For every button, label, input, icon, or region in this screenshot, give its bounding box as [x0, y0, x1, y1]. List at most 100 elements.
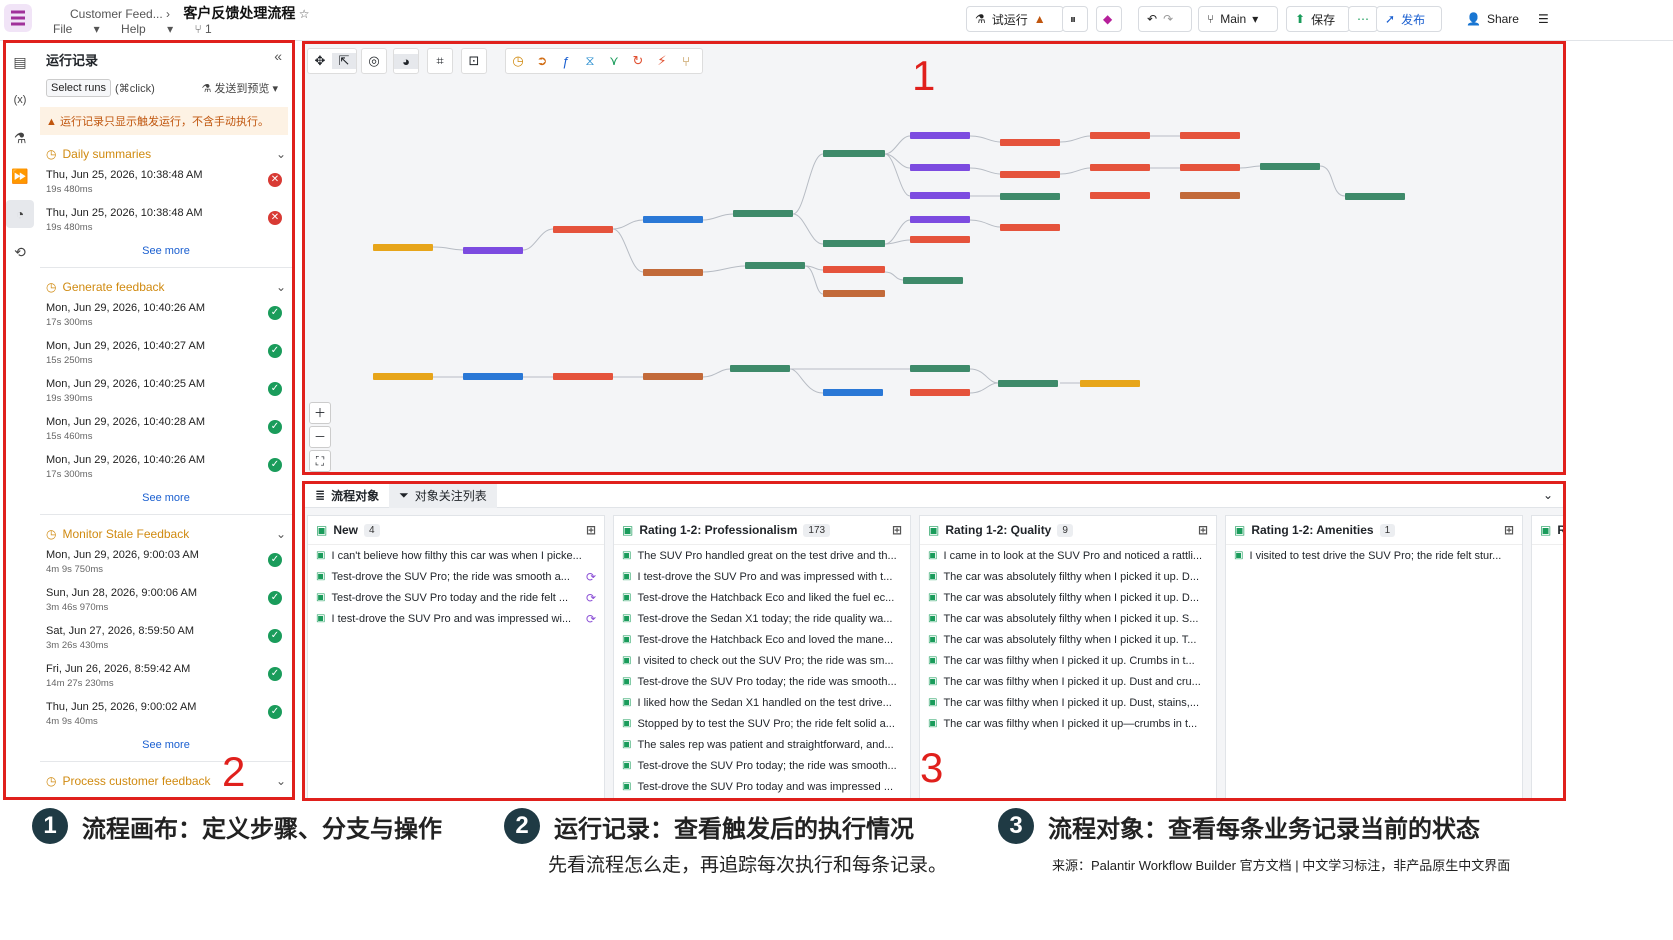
- object-item[interactable]: ▣ Test-drove the Sedan X1 today; the ride…: [614, 608, 910, 629]
- object-item[interactable]: ▣ I visited to check out the SUV Pro; the…: [614, 650, 910, 671]
- object-item[interactable]: ▣ Stopped by to test the SUV Pro; the rid…: [614, 713, 910, 734]
- chevron-down-icon[interactable]: ⌄: [276, 774, 286, 788]
- grid-view-icon[interactable]: ⊞: [1504, 523, 1514, 537]
- send-to-preview-button[interactable]: ⚗ 发送到预览 ▾: [202, 80, 279, 96]
- object-item[interactable]: ▣ I liked how the Sedan X1 handled on the…: [614, 692, 910, 713]
- run-group-header[interactable]: ◷ Monitor Stale Feedback ⌄: [40, 523, 292, 545]
- object-column-header[interactable]: ▣ New 4 ⊞: [308, 516, 604, 545]
- app-logo-icon[interactable]: [4, 4, 32, 32]
- object-item[interactable]: ▣ Test-drove the SUV Pro today; the ride …: [614, 671, 910, 692]
- object-item[interactable]: ▣ The car was absolutely filthy when I pi…: [920, 608, 1216, 629]
- grid-view-icon[interactable]: ⊞: [586, 523, 596, 537]
- see-more-link[interactable]: See more: [40, 492, 292, 504]
- fast-forward-icon[interactable]: ⏩: [6, 162, 34, 190]
- chevron-down-icon[interactable]: ⌄: [276, 280, 286, 294]
- runs-icon[interactable]: ◔: [6, 200, 34, 228]
- branch-selector[interactable]: ⑂ Main ▾: [1198, 6, 1278, 32]
- run-item[interactable]: Mon, Jun 29, 2026, 9:00:03 AM 4m 9s 750ms…: [40, 545, 292, 583]
- share-button[interactable]: 👤 Share: [1458, 6, 1524, 32]
- run-item[interactable]: Thu, Jun 25, 2026, 10:38:48 AM 19s 480ms ✕: [40, 165, 292, 203]
- object-item-text: The car was absolutely filthy when I pic…: [943, 612, 1199, 625]
- breadcrumb-parent[interactable]: Customer Feed...: [70, 7, 163, 21]
- object-item[interactable]: ▣ Test-drove the SUV Pro today; the ride …: [614, 755, 910, 776]
- object-item[interactable]: ▣ The car was absolutely filthy when I pi…: [920, 629, 1216, 650]
- object-item[interactable]: ▣ The sales rep was patient and straightf…: [614, 734, 910, 755]
- object-item[interactable]: ▣ The car was filthy when I picked it up.…: [920, 671, 1216, 692]
- object-item[interactable]: ▣ Test-drove the Hatchback Eco and liked …: [614, 587, 910, 608]
- history-icon[interactable]: ⟲: [6, 238, 34, 266]
- object-item[interactable]: ▣ The car was filthy when I picked it up.…: [920, 650, 1216, 671]
- cube-button[interactable]: ◆: [1096, 6, 1122, 32]
- run-item[interactable]: Thu, Jun 25, 2026, 9:00:02 AM 4m 9s 40ms ✓: [40, 697, 292, 735]
- variable-icon[interactable]: (x): [6, 86, 34, 114]
- menu-help[interactable]: Help ▾: [121, 22, 173, 36]
- object-item[interactable]: ▣ I can't believe how filthy this car was…: [308, 545, 604, 566]
- list-menu-button[interactable]: ☰: [1530, 6, 1554, 32]
- object-item[interactable]: ▣ The SUV Pro handled great on the test d…: [614, 545, 910, 566]
- run-item[interactable]: Mon, Jun 29, 2026, 10:40:25 AM 19s 390ms ✓: [40, 374, 292, 412]
- pause-button[interactable]: ⏸: [1062, 6, 1088, 32]
- object-item[interactable]: ▣ I test-drove the SUV Pro and was impres…: [308, 608, 604, 629]
- redo-icon[interactable]: ↷: [1163, 12, 1173, 26]
- run-group-header[interactable]: ◷ Generate feedback ⌄: [40, 276, 292, 298]
- run-item[interactable]: Fri, Jun 26, 2026, 8:59:42 AM 14m 27s 230…: [40, 659, 292, 697]
- object-item[interactable]: ▣ Test-drove the SUV Pro; the ride was sm…: [308, 566, 604, 587]
- select-runs-button[interactable]: Select runs: [46, 79, 112, 97]
- object-column-header[interactable]: ▣R⊞: [1532, 516, 1563, 545]
- object-item-text: The car was absolutely filthy when I pic…: [943, 591, 1200, 604]
- flask-icon[interactable]: ⚗: [6, 124, 34, 152]
- object-item[interactable]: ▣ The car was filthy when I picked it up—…: [920, 713, 1216, 734]
- run-item[interactable]: Mon, Jun 29, 2026, 10:40:26 AM 17s 300ms ✓: [40, 450, 292, 488]
- tab-watchlist[interactable]: ⏷ 对象关注列表: [389, 483, 497, 508]
- collapse-panel-icon[interactable]: «: [274, 48, 282, 64]
- object-column-header[interactable]: ▣ Rating 1-2: Quality 9 ⊞: [920, 516, 1216, 545]
- run-item[interactable]: Thu, Jun 25, 2026, 10:38:48 AM 19s 480ms ✕: [40, 203, 292, 241]
- save-button[interactable]: ⬆ 保存: [1286, 6, 1350, 32]
- run-item[interactable]: Mon, Jun 29, 2026, 10:40:27 AM 15s 250ms ✓: [40, 336, 292, 374]
- run-group-header[interactable]: ◷ Daily summaries ⌄: [40, 143, 292, 165]
- star-icon[interactable]: ☆: [299, 7, 310, 21]
- object-column-header[interactable]: ▣ Rating 1-2: Amenities 1 ⊞: [1226, 516, 1522, 545]
- object-item[interactable]: ▣ Test-drove the Hatchback Eco and loved …: [614, 629, 910, 650]
- chevron-down-icon[interactable]: ⌄: [276, 147, 286, 161]
- document-icon[interactable]: ▤: [6, 48, 34, 76]
- run-duration: 17s 300ms: [46, 317, 93, 328]
- object-item[interactable]: ▣ Test-drove the SUV Pro today and was im…: [614, 776, 910, 797]
- object-item[interactable]: ▣ I test-drove the SUV Pro and was impres…: [614, 566, 910, 587]
- zoom-in-icon[interactable]: ＋: [309, 402, 331, 424]
- trial-run-button[interactable]: ⚗ 试运行 ▲: [966, 6, 1064, 32]
- run-item[interactable]: Mon, Jun 29, 2026, 10:40:26 AM 17s 300ms ✓: [40, 298, 292, 336]
- object-item[interactable]: ▣ I visited to test drive the SUV Pro; th…: [1226, 545, 1522, 566]
- annotation-number-2: 2: [222, 748, 246, 795]
- fit-view-icon[interactable]: ⛶: [309, 450, 331, 472]
- chevron-down-icon[interactable]: ⌄: [276, 527, 286, 541]
- page-title[interactable]: 客户反馈处理流程: [183, 5, 295, 21]
- more-button[interactable]: ⋯: [1348, 6, 1378, 32]
- collapse-bottom-icon[interactable]: ⌄: [1543, 488, 1553, 502]
- run-duration: 3m 46s 970ms: [46, 602, 109, 613]
- object-item[interactable]: ▣ The car was absolutely filthy when I pi…: [920, 566, 1216, 587]
- see-more-link[interactable]: See more: [40, 739, 292, 751]
- branch-count[interactable]: ⑂ 1: [194, 22, 229, 36]
- run-item[interactable]: Mon, Jun 29, 2026, 3:21:04 PM37s 780ms✓: [40, 792, 292, 800]
- object-item[interactable]: ▣ The car was filthy when I picked it up.…: [920, 692, 1216, 713]
- run-item[interactable]: Sun, Jun 28, 2026, 9:00:06 AM 3m 46s 970m…: [40, 583, 292, 621]
- zoom-out-icon[interactable]: －: [309, 426, 331, 448]
- see-more-link[interactable]: See more: [40, 245, 292, 257]
- menu-file[interactable]: File ▾: [53, 22, 100, 36]
- object-item-text: The car was absolutely filthy when I pic…: [943, 633, 1197, 646]
- object-item[interactable]: ▣ I came in to look at the SUV Pro and no…: [920, 545, 1216, 566]
- tab-workflow-objects[interactable]: ≣ 流程对象: [305, 483, 389, 508]
- grid-view-icon[interactable]: ⊞: [892, 523, 902, 537]
- object-item[interactable]: ▣ Test-drove the SUV Pro today and the ri…: [308, 587, 604, 608]
- object-column-header[interactable]: ▣ Rating 1-2: Professionalism 173 ⊞: [614, 516, 910, 545]
- object-item-text: I can't believe how filthy this car was …: [331, 549, 582, 562]
- grid-view-icon[interactable]: ⊞: [1198, 523, 1208, 537]
- object-item[interactable]: ▣ The car was absolutely filthy when I pi…: [920, 587, 1216, 608]
- workflow-canvas[interactable]: ✥ ⇱ ◎ ◕ ⌗ ⊡ ◷ ➲ ƒ ⧖ ⋎ ↻ ⚡ ⑂ ＋ － ⛶: [305, 44, 1563, 472]
- run-group-header[interactable]: ◷ Process customer feedback ⌄: [40, 770, 292, 792]
- undo-icon[interactable]: ↶: [1147, 12, 1157, 26]
- run-item[interactable]: Mon, Jun 29, 2026, 10:40:28 AM 15s 460ms ✓: [40, 412, 292, 450]
- run-item[interactable]: Sat, Jun 27, 2026, 8:59:50 AM 3m 26s 430m…: [40, 621, 292, 659]
- publish-button[interactable]: ➚ 发布: [1376, 6, 1442, 32]
